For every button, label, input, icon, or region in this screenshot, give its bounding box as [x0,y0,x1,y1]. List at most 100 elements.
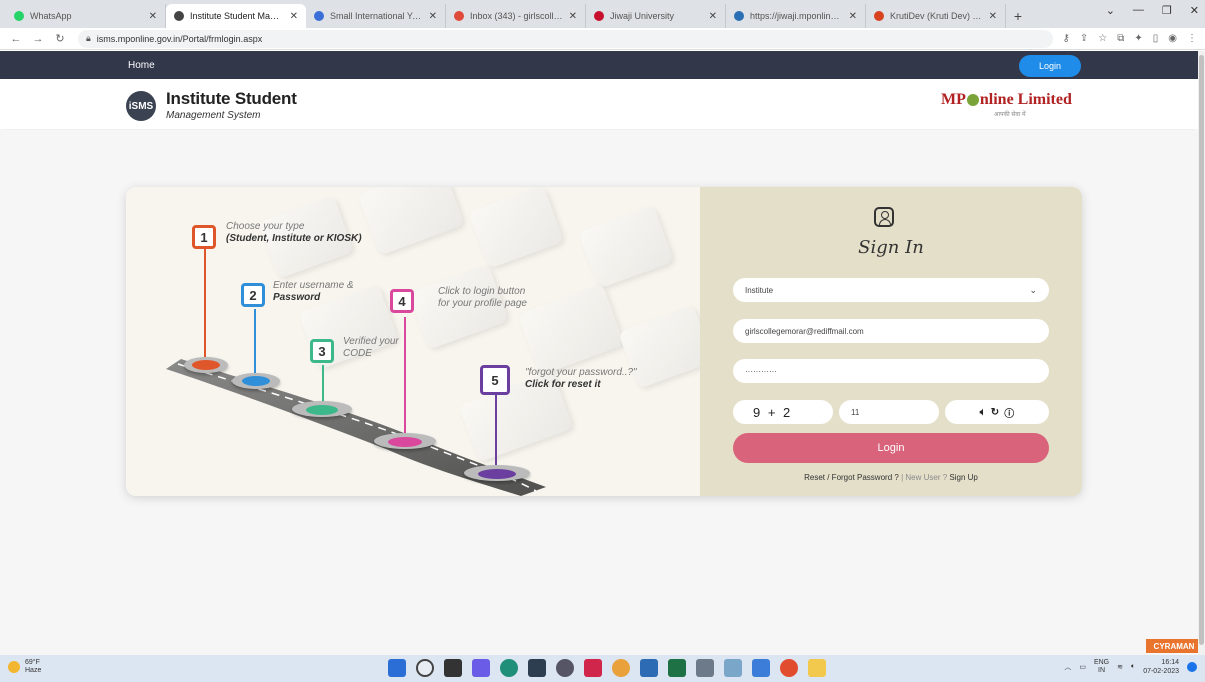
scrollbar-thumb[interactable] [1199,55,1204,645]
minimize-icon[interactable]: — [1133,4,1144,17]
close-icon[interactable]: ✕ [709,11,717,22]
nav-home-link[interactable]: Home [128,60,155,71]
system-clock[interactable]: 16:14 07-02-2023 [1143,658,1179,676]
refresh-icon[interactable]: ↻ [991,407,999,418]
extension-icons: ⚷ ⇪ ☆ ⧉ ✦ ▯ ◉ ⋮ [1063,33,1197,44]
battery-icon[interactable]: ▭ [1079,663,1086,671]
login-submit-button[interactable]: Login [733,433,1049,463]
browser-tab[interactable]: KrutiDev (Kruti Dev) To Unicod ✕ [866,4,1006,28]
chevron-up-icon[interactable]: ︿ [1064,662,1071,672]
forward-icon[interactable]: → [30,33,46,45]
mcafee-icon[interactable] [584,659,602,677]
browser-tab[interactable]: Inbox (343) - girlscollegemorar ✕ [446,4,586,28]
dell-icon[interactable] [556,659,574,677]
word-icon[interactable] [640,659,658,677]
extension-icon[interactable]: ⧉ [1117,33,1124,44]
puzzle-icon[interactable]: ✦ [1134,33,1142,44]
teams-icon[interactable] [472,659,490,677]
university-favicon-icon [594,11,604,21]
close-icon[interactable]: ✕ [989,11,997,22]
step-5-line2: Click for reset it [525,379,601,390]
page-scrollbar[interactable] [1198,51,1205,655]
file-explorer-icon[interactable] [808,659,826,677]
chevron-down-icon[interactable]: ⌄ [1106,4,1115,17]
clock-date: 07-02-2023 [1143,668,1179,675]
step-3-line1: Verified your [343,336,399,347]
browser-tab-active[interactable]: Institute Student Management ✕ [166,4,306,28]
captcha-actions: 🔈︎ ↻ ⓘ [945,400,1049,424]
username-input[interactable]: girlscollegemorar@rediffmail.com [733,319,1049,343]
close-window-icon[interactable]: ✕ [1190,4,1199,17]
close-icon[interactable]: ✕ [429,11,437,22]
user-type-value: Institute [745,285,774,295]
close-icon[interactable]: ✕ [149,11,157,22]
step-1-line2: (Student, Institute or KIOSK) [226,233,362,244]
reset-password-link[interactable]: Reset / Forgot Password ? [804,473,899,482]
language-indicator[interactable]: ENG IN [1094,659,1109,675]
settings-icon[interactable] [752,659,770,677]
tab-label: https://jiwaji.mponline.gov.in/p [750,11,843,21]
step-5-text: "forgot your password..?" Click for rese… [525,367,637,391]
browser-tab[interactable]: https://jiwaji.mponline.gov.in/p ✕ [726,4,866,28]
share-icon[interactable]: ⇪ [1080,33,1088,44]
edge-icon[interactable] [500,659,518,677]
signin-panel: Sign In Institute ⌄ girlscollegemorar@re… [700,187,1082,496]
store-icon[interactable] [528,659,546,677]
paint-icon[interactable] [612,659,630,677]
windows-start-icon[interactable] [388,659,406,677]
step-4-line2: for your profile page [438,298,527,309]
wifi-icon[interactable]: ≋ [1117,663,1123,671]
captcha-answer-input[interactable]: 11 [839,400,939,424]
star-icon[interactable]: ☆ [1098,33,1107,44]
mponline-logo-right: nline Limited [979,91,1072,108]
region-code: IN [1098,667,1106,674]
step-4-line1: Click to login button [438,286,526,297]
sidebar-icon[interactable]: ▯ [1153,33,1159,44]
weather-widget[interactable]: 69°F Haze [8,659,41,675]
close-icon[interactable]: ✕ [290,11,298,22]
step-3-badge: 3 [310,339,334,363]
nav-login-button[interactable]: Login [1019,55,1081,77]
notification-icon[interactable] [1187,662,1197,672]
key-icon[interactable]: ⚷ [1063,33,1070,44]
step-3-text: Verified your CODE [343,336,399,360]
back-icon[interactable]: ← [8,33,24,45]
browser-tab[interactable]: WhatsApp ✕ [6,4,166,28]
excel-icon[interactable] [668,659,686,677]
user-type-select[interactable]: Institute ⌄ [733,278,1049,302]
step-1-text: Choose your type (Student, Institute or … [226,221,362,245]
task-view-icon[interactable] [444,659,462,677]
close-icon[interactable]: ✕ [849,11,857,22]
whatsapp-favicon-icon [14,11,24,21]
reload-icon[interactable]: ↻ [52,32,68,45]
password-input[interactable]: ············ [733,359,1049,383]
login-card: 1 Choose your type (Student, Institute o… [126,187,1082,496]
chrome-icon[interactable] [780,659,798,677]
browser-tab[interactable]: Jiwaji University ✕ [586,4,726,28]
step-3-disc [306,405,338,415]
mponline-logo-left: MP [941,91,966,108]
sun-icon [8,661,20,673]
volume-icon[interactable]: 🔈︎ [1131,663,1135,671]
step-4-badge: 4 [390,289,414,313]
search-icon[interactable] [416,659,434,677]
step-2-line2: Password [273,292,321,303]
lock-icon: 🔒︎ [86,33,91,43]
close-icon[interactable]: ✕ [569,11,577,22]
browser-tab[interactable]: Small International Year of Mi ✕ [306,4,446,28]
password-value: ············ [745,366,777,376]
restore-icon[interactable]: ❐ [1162,4,1172,17]
audio-icon[interactable]: 🔈︎ [980,407,986,418]
signin-title: Sign In [858,237,924,258]
profile-icon[interactable]: ◉ [1168,33,1177,44]
new-tab-icon[interactable]: + [1006,4,1030,28]
calculator-icon[interactable] [696,659,714,677]
step-2-badge: 2 [241,283,265,307]
step-4-text: Click to login button for your profile p… [438,286,527,310]
menu-icon[interactable]: ⋮ [1187,33,1197,44]
signup-link[interactable]: Sign Up [949,473,977,482]
url-input[interactable]: 🔒︎ isms.mponline.gov.in/Portal/frmlogin.… [78,29,1053,48]
globe-icon [966,94,979,107]
info-icon[interactable]: ⓘ [1004,405,1014,420]
photos-icon[interactable] [724,659,742,677]
